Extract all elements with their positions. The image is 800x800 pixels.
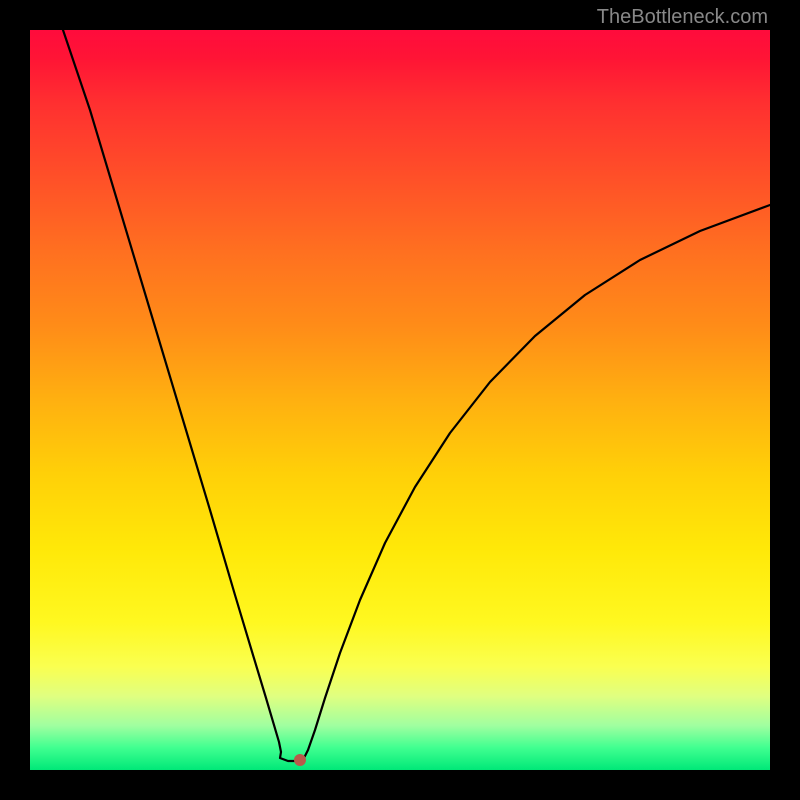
minimum-dot (294, 754, 306, 766)
bottleneck-curve (63, 30, 770, 761)
chart-svg (30, 30, 770, 770)
watermark-text: TheBottleneck.com (597, 6, 768, 29)
plot-area (30, 30, 770, 770)
